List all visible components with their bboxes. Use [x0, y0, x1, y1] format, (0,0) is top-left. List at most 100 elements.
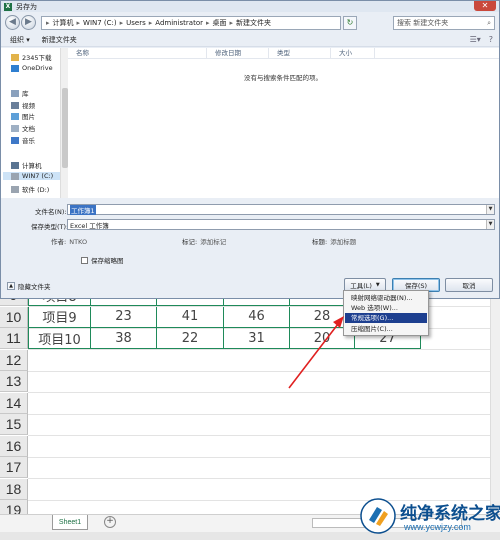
hide-folders-button[interactable]: ▲ 隐藏文件夹	[7, 281, 51, 291]
row-header[interactable]: 17	[0, 457, 28, 478]
nav-item-label: WIN7 (C:)	[22, 172, 54, 180]
row-header[interactable]: 18	[0, 478, 28, 500]
row-header[interactable]: 15	[0, 414, 28, 435]
add-sheet-button[interactable]: +	[104, 516, 116, 528]
row-header[interactable]: 16	[0, 435, 28, 457]
row-header[interactable]: 11	[0, 328, 28, 349]
cloud-icon	[11, 64, 19, 72]
navigation-bar: ◀ ▶ ▸ 计算机 ▸ WIN7 (C:) ▸ Users ▸ Administrator ▸ 桌…	[1, 12, 499, 33]
dialog-title: 另存为	[16, 2, 37, 11]
table-cell[interactable]: 项目10	[28, 328, 91, 349]
title-meta-value[interactable]: 添加标题	[330, 238, 356, 246]
gridline	[28, 392, 490, 393]
save-as-dialog: X 另存为 ✕ ◀ ▶ ▸ 计算机 ▸ WIN7 (C:) ▸ Users ▸ Adminis…	[0, 0, 500, 299]
menu-item-general-options[interactable]: 常规选项(G)...	[345, 313, 427, 323]
save-thumbnail-label: 保存缩略图	[91, 257, 124, 265]
nav-scrollbar[interactable]	[60, 48, 68, 198]
breadcrumb-item[interactable]: WIN7 (C:)	[83, 19, 117, 27]
tools-button-label: 工具(L)	[350, 282, 372, 290]
author-value[interactable]: NTKO	[69, 238, 87, 246]
search-input[interactable]: 搜索 新建文件夹 ⌕	[393, 16, 495, 30]
checkbox-box[interactable]	[81, 256, 88, 264]
view-options-icon[interactable]: ☰▾	[470, 35, 481, 44]
author-meta: 作者: NTKO	[51, 236, 87, 246]
table-cell[interactable]: 41	[157, 306, 224, 328]
nav-item[interactable]: 文档	[11, 123, 35, 133]
hide-folders-label: 隐藏文件夹	[18, 283, 51, 291]
help-icon[interactable]: ?	[489, 35, 493, 44]
breadcrumb-item[interactable]: 桌面	[213, 18, 227, 28]
breadcrumb-separator-icon[interactable]: ▸	[46, 19, 50, 27]
nav-item[interactable]: 2345下载	[11, 52, 52, 62]
table-cell[interactable]: 22	[157, 328, 224, 349]
vertical-scrollbar[interactable]	[490, 292, 500, 518]
drive-icon	[11, 185, 19, 193]
menu-item-compress-pictures[interactable]: 压缩图片(C)...	[345, 324, 427, 334]
watermark-url: www.ycwjzy.com	[404, 522, 471, 532]
document-icon	[11, 124, 19, 132]
refresh-icon[interactable]: ↻	[343, 16, 357, 30]
row-header[interactable]: 14	[0, 392, 28, 414]
nav-item[interactable]: 库	[11, 88, 29, 98]
column-header[interactable]: 类型	[269, 48, 331, 58]
nav-item[interactable]: 图片	[11, 111, 35, 121]
chevron-down-icon[interactable]: ▼	[486, 205, 494, 214]
nav-item[interactable]: OneDrive	[11, 64, 53, 72]
sheet-tab[interactable]: Sheet1	[52, 515, 88, 530]
organize-button[interactable]: 组织 ▾	[10, 35, 30, 45]
menu-item-map-drive[interactable]: 映射网络驱动器(N)...	[345, 293, 427, 303]
gridline	[28, 435, 490, 436]
column-header[interactable]: 修改日期	[207, 48, 269, 58]
breadcrumb-separator-icon[interactable]: ▸	[206, 19, 210, 27]
breadcrumb-item[interactable]: 新建文件夹	[236, 18, 271, 28]
filetype-label: 保存类型(T):	[31, 223, 69, 231]
video-icon	[11, 101, 19, 109]
table-cell[interactable]: 23	[91, 306, 157, 328]
file-list[interactable]: 名称 修改日期 类型 大小 没有与搜索条件匹配的项。	[68, 48, 499, 198]
column-header[interactable]: 名称	[68, 48, 207, 58]
title-meta-label: 标题:	[312, 238, 328, 246]
breadcrumb-item[interactable]: Users	[126, 19, 146, 27]
tools-menu: 映射网络驱动器(N)... Web 选项(W)... 常规选项(G)... 压缩…	[343, 290, 429, 336]
nav-item[interactable]: 音乐	[11, 135, 35, 145]
table-cell[interactable]: 31	[224, 328, 290, 349]
filetype-select[interactable]: Excel 工作簿 ▼	[67, 219, 495, 230]
chevron-up-icon: ▲	[7, 282, 15, 290]
dialog-titlebar: X 另存为	[1, 1, 499, 12]
filename-value: 工作簿1	[70, 204, 96, 215]
column-header[interactable]: 大小	[331, 48, 375, 58]
row-header[interactable]: 12	[0, 349, 28, 371]
forward-arrow-icon[interactable]: ▶	[21, 15, 36, 30]
cancel-button[interactable]: 取消	[445, 278, 493, 292]
breadcrumb-separator-icon[interactable]: ▸	[230, 19, 234, 27]
row-header[interactable]: 13	[0, 371, 28, 392]
search-placeholder: 搜索 新建文件夹	[397, 19, 449, 27]
breadcrumb-separator-icon[interactable]: ▸	[149, 19, 153, 27]
chevron-down-icon: ▼	[375, 282, 380, 288]
address-bar[interactable]: ▸ 计算机 ▸ WIN7 (C:) ▸ Users ▸ Administrator ▸ 桌面 ▸ 新建…	[41, 16, 341, 30]
breadcrumb-item[interactable]: 计算机	[53, 18, 74, 28]
drive-icon	[11, 172, 19, 180]
gridline	[28, 349, 490, 350]
breadcrumb-item[interactable]: Administrator	[155, 19, 203, 27]
new-folder-button[interactable]: 新建文件夹	[42, 35, 77, 45]
row-header[interactable]: 10	[0, 306, 28, 328]
nav-item[interactable]: 视频	[11, 100, 35, 110]
menu-item-web-options[interactable]: Web 选项(W)...	[345, 303, 427, 313]
nav-item[interactable]: 计算机	[11, 160, 42, 170]
table-cell[interactable]: 项目9	[28, 306, 91, 328]
author-label: 作者:	[51, 238, 67, 246]
back-arrow-icon[interactable]: ◀	[5, 15, 20, 30]
table-cell[interactable]: 46	[224, 306, 290, 328]
breadcrumb-separator-icon[interactable]: ▸	[77, 19, 81, 27]
chevron-down-icon[interactable]: ▼	[486, 220, 494, 229]
filename-field[interactable]: 工作簿1 ▼	[67, 204, 495, 215]
breadcrumb-separator-icon[interactable]: ▸	[120, 19, 124, 27]
tags-value[interactable]: 添加标记	[200, 238, 226, 246]
nav-item[interactable]: 软件 (D:)	[11, 184, 49, 194]
close-button[interactable]: ✕	[474, 1, 496, 11]
nav-item[interactable]: WIN7 (C:)	[3, 172, 61, 180]
gridline	[28, 456, 490, 458]
table-cell[interactable]: 38	[91, 328, 157, 349]
save-thumbnail-checkbox[interactable]: 保存缩略图	[81, 255, 124, 265]
